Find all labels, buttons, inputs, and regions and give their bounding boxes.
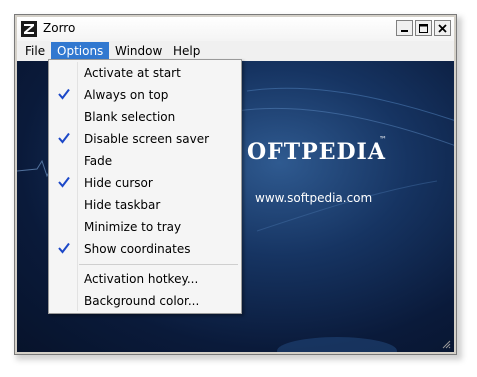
maximize-icon <box>419 23 428 33</box>
menu-item-label: Activate at start <box>84 66 181 80</box>
menu-options[interactable]: Options <box>51 42 110 60</box>
title-bar[interactable]: Zorro <box>17 17 454 42</box>
close-button[interactable] <box>434 20 451 36</box>
menu-item-blank-selection[interactable]: Blank selection <box>49 106 241 128</box>
menu-item-label: Disable screen saver <box>84 132 210 146</box>
window-title: Zorro <box>43 21 76 35</box>
checkmark-icon <box>58 242 70 254</box>
menu-item-disable-screen-saver[interactable]: Disable screen saver <box>49 128 241 150</box>
menu-help[interactable]: Help <box>167 42 206 60</box>
menu-item-label: Background color... <box>84 294 200 308</box>
menu-item-label: Fade <box>84 154 113 168</box>
checkmark-icon <box>58 88 70 100</box>
menu-item-activate-at-start[interactable]: Activate at start <box>49 62 241 84</box>
resize-grip-icon[interactable] <box>441 339 451 349</box>
menu-item-activation-hotkey[interactable]: Activation hotkey... <box>49 268 241 290</box>
menu-item-label: Show coordinates <box>84 242 191 256</box>
menu-item-background-color[interactable]: Background color... <box>49 290 241 312</box>
menu-item-label: Hide cursor <box>84 176 153 190</box>
softpedia-url: www.softpedia.com <box>255 191 373 205</box>
maximize-button[interactable] <box>415 20 432 36</box>
menu-bar: File Options Window Help <box>17 41 454 61</box>
menu-item-label: Hide taskbar <box>84 198 161 212</box>
minimize-icon <box>401 29 408 32</box>
menu-item-show-coordinates[interactable]: Show coordinates <box>49 238 241 260</box>
checkmark-icon <box>58 132 70 144</box>
trademark-mark: ™ <box>379 135 387 144</box>
menu-file[interactable]: File <box>19 42 51 60</box>
checkmark-icon <box>58 176 70 188</box>
menu-item-fade[interactable]: Fade <box>49 150 241 172</box>
z-icon <box>21 21 37 37</box>
menu-item-label: Blank selection <box>84 110 176 124</box>
menu-separator <box>79 264 238 265</box>
menu-item-hide-taskbar[interactable]: Hide taskbar <box>49 194 241 216</box>
menu-item-minimize-to-tray[interactable]: Minimize to tray <box>49 216 241 238</box>
close-icon <box>438 23 447 33</box>
menu-item-label: Always on top <box>84 88 169 102</box>
menu-item-label: Activation hotkey... <box>84 272 199 286</box>
menu-item-always-on-top[interactable]: Always on top <box>49 84 241 106</box>
menu-window[interactable]: Window <box>109 42 168 60</box>
minimize-button[interactable] <box>396 20 413 36</box>
menu-item-hide-cursor[interactable]: Hide cursor <box>49 172 241 194</box>
softpedia-logo: OFTPEDIA <box>247 139 386 165</box>
menu-item-label: Minimize to tray <box>84 220 182 234</box>
options-dropdown: Activate at start Always on top Blank se… <box>48 59 242 314</box>
